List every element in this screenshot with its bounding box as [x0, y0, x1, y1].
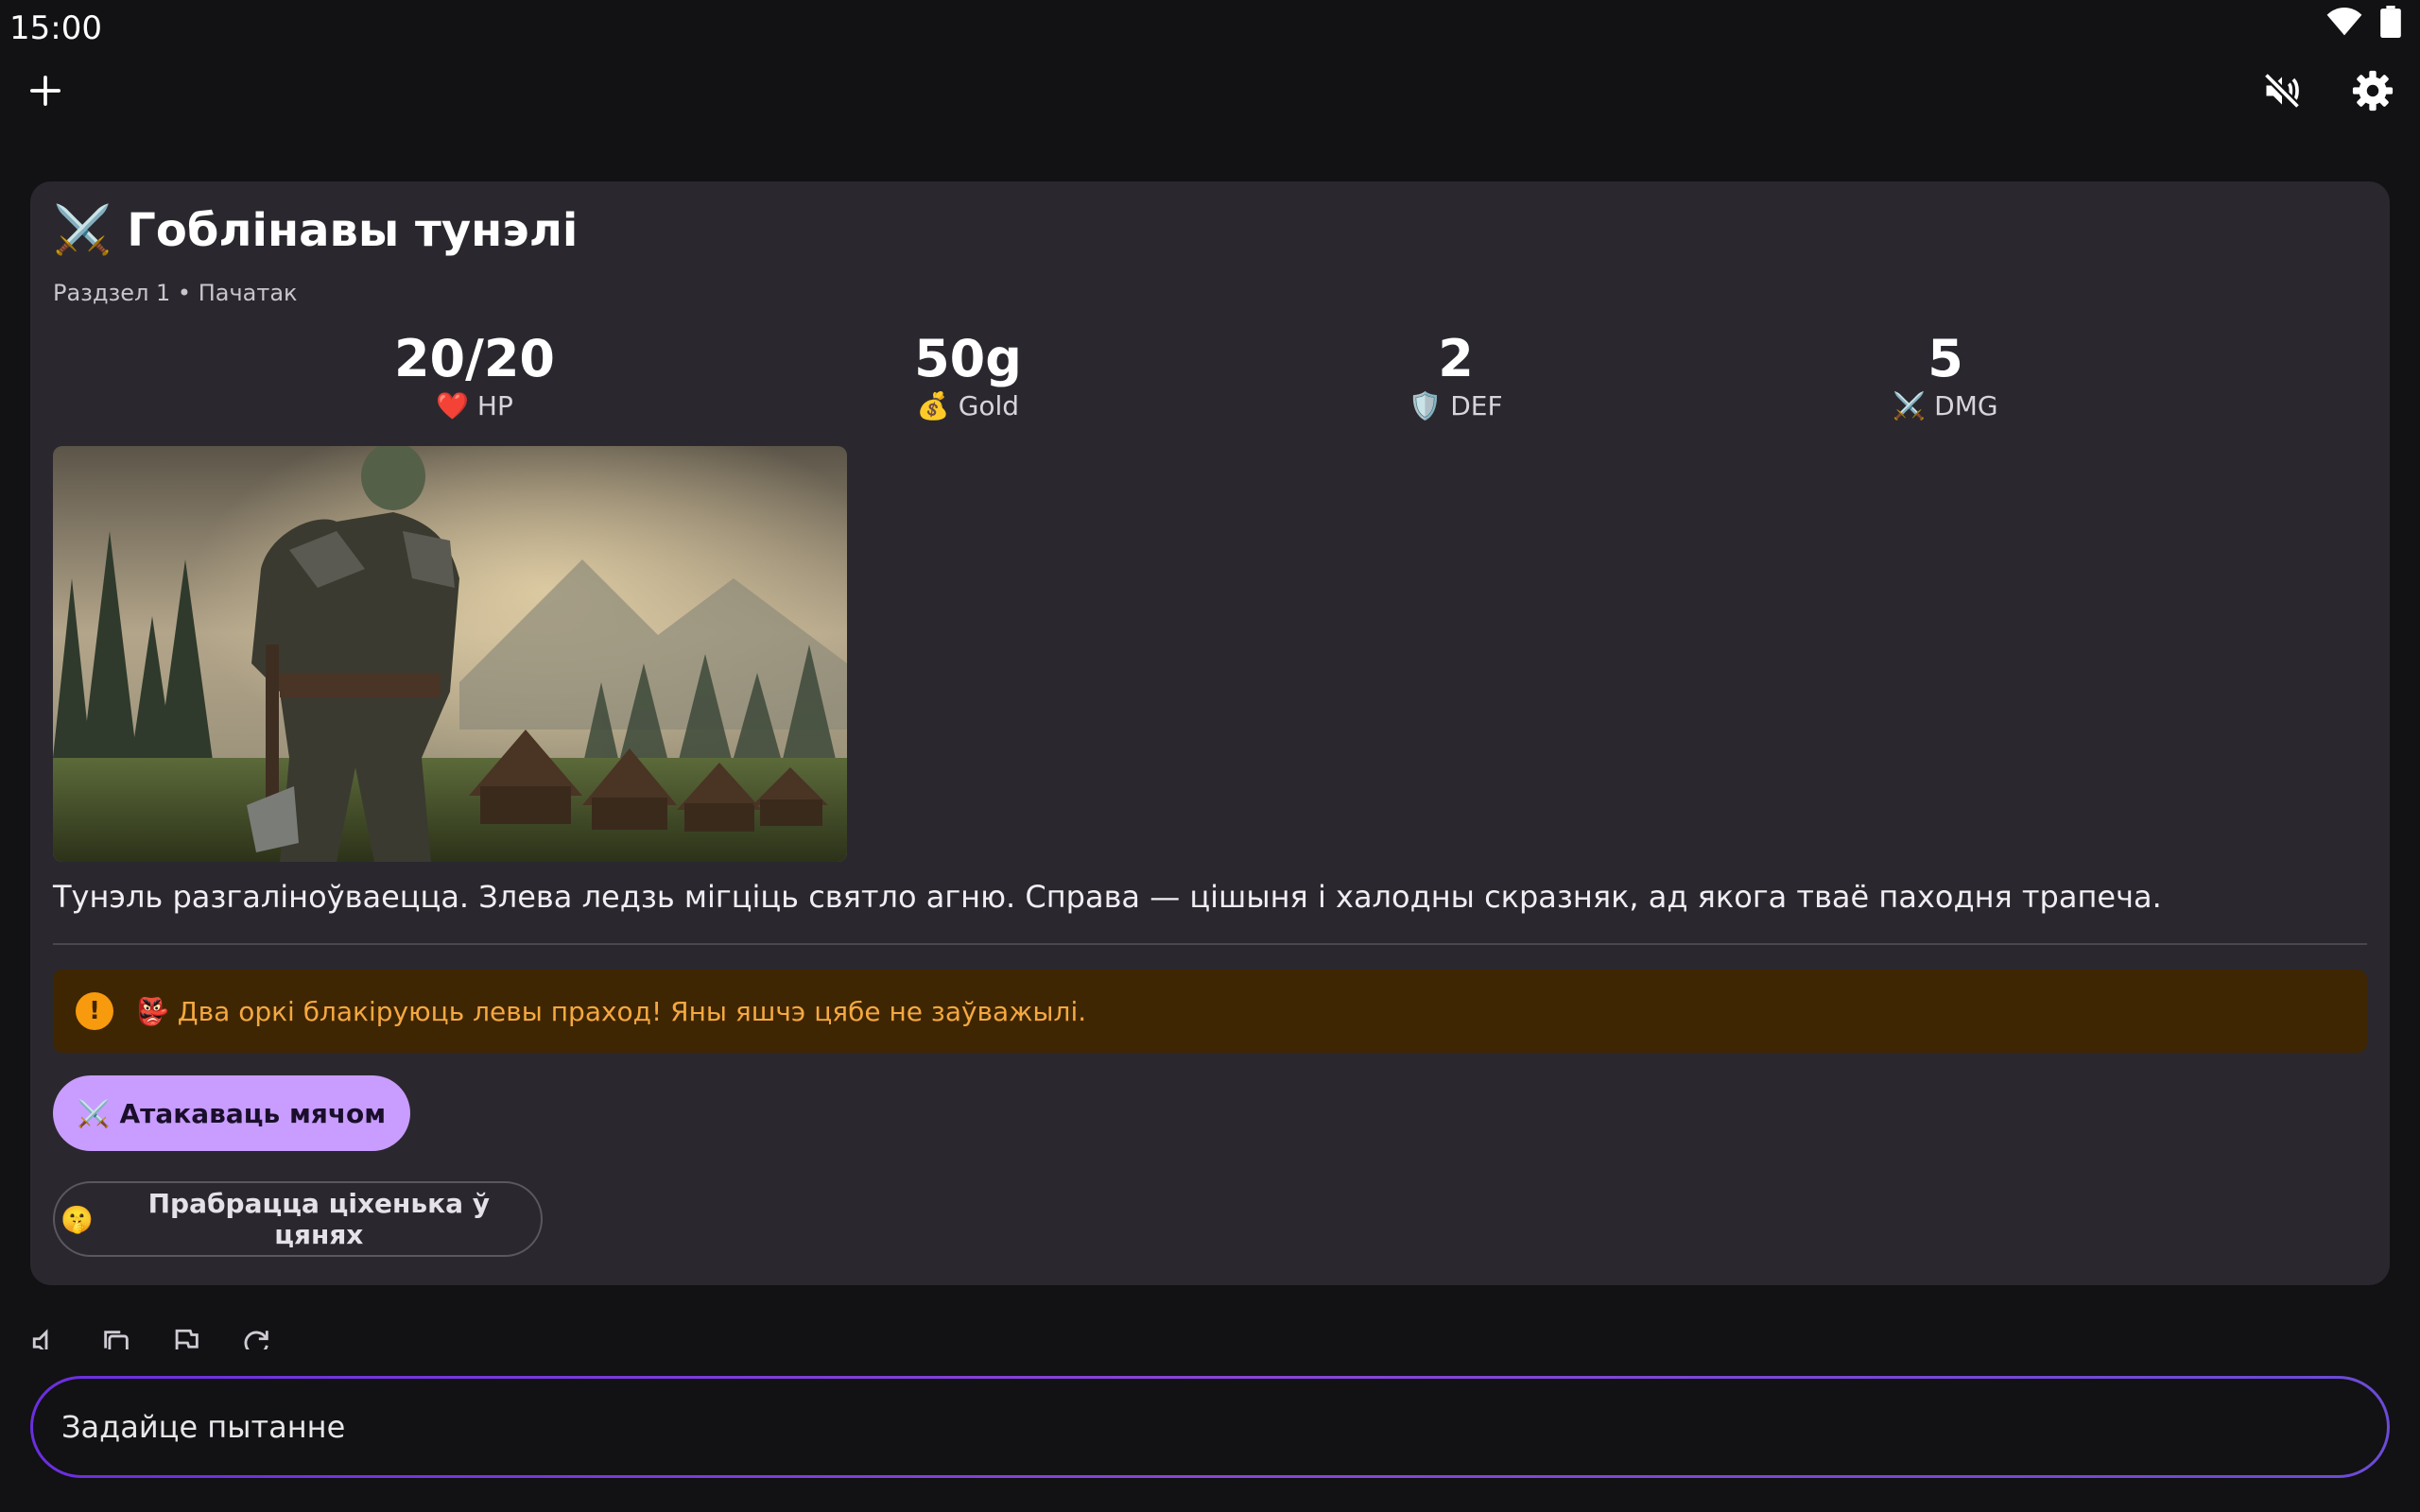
attack-button-label: Атакаваць мячом — [119, 1097, 387, 1129]
attack-button[interactable]: ⚔️ Атакаваць мячом — [53, 1075, 410, 1151]
wifi-icon — [2326, 8, 2362, 36]
shield-icon: 🛡️ — [1409, 390, 1443, 421]
scene-illustration — [53, 446, 847, 862]
crossed-swords-icon: ⚔️ — [1893, 390, 1927, 421]
narration-text: Тунэль разгаліноўваецца. Злева ледзь міг… — [53, 879, 2162, 915]
mute-button[interactable] — [2252, 60, 2312, 121]
stat-label: 🛡️ DEF — [1314, 389, 1598, 423]
stat-value: 5 — [1927, 329, 1963, 388]
refresh-icon[interactable] — [240, 1327, 272, 1349]
stat-label-text: DMG — [1934, 390, 1998, 421]
goblin-icon: 👺 — [136, 995, 169, 1027]
warning-icon: ! — [76, 992, 113, 1030]
status-bar: 15:00 — [0, 0, 2420, 57]
crossed-swords-icon: ⚔️ — [77, 1097, 111, 1129]
stat-label: 💰 Gold — [826, 389, 1110, 423]
status-time: 15:00 — [9, 9, 102, 47]
speaker-icon[interactable] — [30, 1327, 62, 1349]
sneak-button[interactable]: 🤫 Прабрацца ціхенька ў цянях — [53, 1181, 543, 1257]
card-subtitle: Раздзел 1 • Пачатак — [53, 280, 298, 306]
plus-icon — [29, 75, 61, 107]
stat-label: ❤️ HP — [333, 389, 616, 423]
sneak-button-label: Прабрацца ціхенька ў цянях — [147, 1188, 490, 1250]
card-header: ⚔️ Гоблінавы тунэлі — [53, 202, 578, 258]
shushing-face-icon: 🤫 — [60, 1203, 94, 1235]
stat-hp: 20/20 ❤️ HP — [333, 329, 616, 423]
warning-alert: ! 👺 Два оркі блакіруюць левы праход! Яны… — [53, 970, 2367, 1053]
stat-label-text: DEF — [1450, 390, 1503, 421]
copy-icon[interactable] — [100, 1327, 132, 1349]
heart-icon: ❤️ — [436, 390, 469, 421]
settings-button[interactable] — [2342, 60, 2403, 121]
stat-label-text: Gold — [958, 390, 1020, 421]
volume-off-icon — [2263, 72, 2301, 110]
stat-label: ⚔️ DMG — [1804, 389, 2087, 423]
money-bag-icon: 💰 — [916, 390, 950, 421]
stat-gold: 50g 💰 Gold — [826, 329, 1110, 423]
stat-def: 2 🛡️ DEF — [1314, 329, 1598, 423]
divider — [53, 943, 2367, 945]
battery-icon — [2380, 6, 2401, 38]
stat-dmg: 5 ⚔️ DMG — [1804, 329, 2087, 423]
stat-value: 2 — [1438, 329, 1474, 388]
new-chat-button[interactable] — [15, 60, 76, 121]
question-input[interactable] — [60, 1408, 2387, 1446]
game-card: ⚔️ Гоблінавы тунэлі Раздзел 1 • Пачатак … — [30, 181, 2390, 1285]
stat-label-text: HP — [476, 390, 513, 421]
alert-text: 👺 Два оркі блакіруюць левы праход! Яны я… — [136, 996, 1086, 1027]
status-icons — [2325, 6, 2401, 38]
crossed-swords-icon: ⚔️ — [53, 202, 112, 257]
gear-icon — [2352, 70, 2394, 112]
alert-message: Два оркі блакіруюць левы праход! Яны яшч… — [177, 995, 1087, 1027]
flag-icon[interactable] — [170, 1327, 202, 1349]
stats-row: 20/20 ❤️ HP 50g 💰 Gold 2 🛡️ DEF 5 ⚔️ DMG — [30, 329, 2390, 423]
composer — [30, 1376, 2390, 1478]
message-actions — [30, 1327, 272, 1349]
card-title: Гоблінавы тунэлі — [127, 203, 579, 257]
composer-inner — [33, 1379, 2387, 1475]
stat-value: 50g — [914, 329, 1022, 388]
stat-value: 20/20 — [393, 329, 555, 388]
